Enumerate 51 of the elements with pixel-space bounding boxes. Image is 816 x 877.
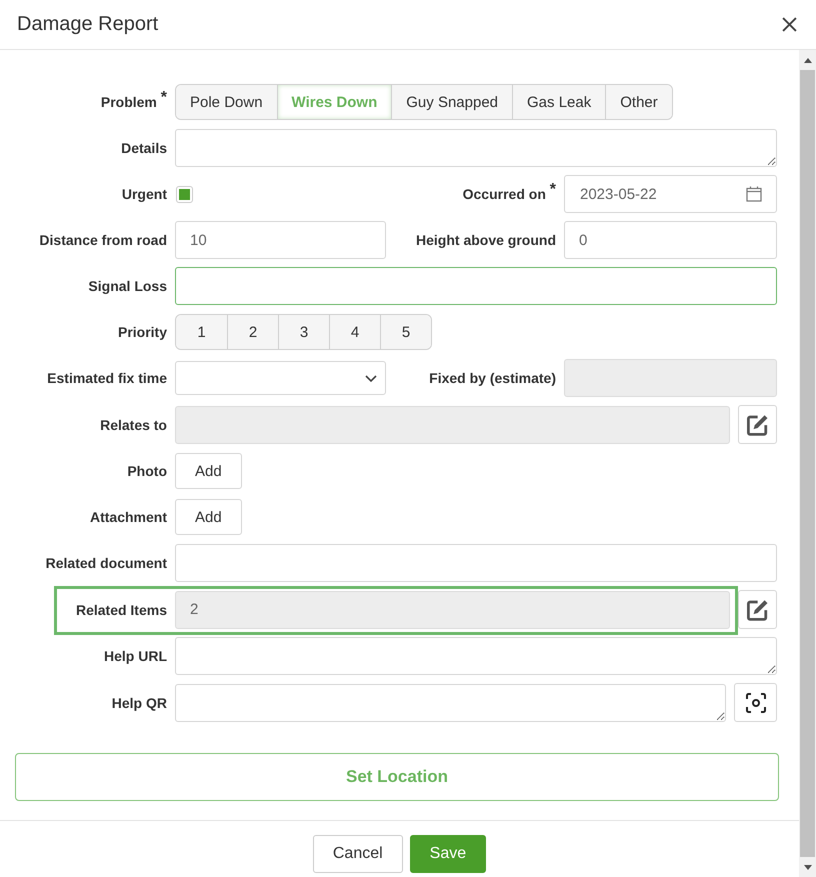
- scrollbar-thumb[interactable]: [800, 70, 815, 857]
- field-label: Fixed by (estimate): [429, 370, 556, 386]
- field-label: Attachment: [90, 509, 167, 525]
- chevron-down-icon: [365, 374, 377, 382]
- edit-icon: [746, 414, 768, 436]
- field-label: Photo: [127, 463, 167, 479]
- edit-icon: [746, 598, 768, 620]
- input-field[interactable]: [175, 267, 777, 305]
- field-label: Help URL: [104, 648, 167, 664]
- field-label: Priority: [118, 324, 167, 340]
- date-field[interactable]: 2023-05-22: [564, 175, 777, 213]
- dropdown[interactable]: [175, 361, 386, 395]
- cancel-button[interactable]: Cancel: [312, 835, 403, 873]
- input-field[interactable]: 10: [175, 221, 386, 259]
- calendar-icon[interactable]: [746, 186, 762, 202]
- option-button[interactable]: Guy Snapped: [391, 85, 512, 119]
- option-button[interactable]: 5: [380, 315, 431, 349]
- text-area[interactable]: [175, 684, 726, 722]
- edit-button[interactable]: [738, 590, 777, 629]
- field-label: Signal Loss: [88, 278, 167, 294]
- scrollbar[interactable]: [799, 50, 816, 877]
- text-area[interactable]: [175, 129, 777, 167]
- checkbox[interactable]: [176, 186, 193, 202]
- down-arrow-icon[interactable]: [804, 864, 812, 870]
- option-button[interactable]: Gas Leak: [512, 85, 606, 119]
- input-field[interactable]: [175, 544, 777, 582]
- add-button[interactable]: Add: [175, 499, 242, 535]
- option-button[interactable]: 3: [278, 315, 329, 349]
- dialog-title: Damage Report: [17, 13, 158, 36]
- option-button[interactable]: 1: [176, 315, 227, 349]
- field-label: Related document: [46, 555, 167, 571]
- scan-button[interactable]: [734, 683, 777, 722]
- text-area[interactable]: [175, 637, 777, 675]
- input-field[interactable]: 0: [564, 221, 777, 259]
- field-label: Estimated fix time: [47, 370, 167, 386]
- field-label: Relates to: [100, 416, 167, 432]
- close-icon[interactable]: [782, 17, 797, 32]
- field-label: Help QR: [112, 694, 167, 710]
- option-button[interactable]: 4: [329, 315, 380, 349]
- field-label: Details: [121, 140, 167, 156]
- edit-button[interactable]: [738, 405, 777, 444]
- option-button[interactable]: Other: [605, 85, 672, 119]
- field-label: Urgent: [122, 186, 167, 202]
- option-button[interactable]: Pole Down: [176, 85, 277, 119]
- field-label: Height above ground: [416, 232, 556, 248]
- scan-icon: [746, 692, 766, 712]
- add-button[interactable]: Add: [175, 453, 242, 489]
- field-label: Related Items: [76, 602, 167, 618]
- option-button[interactable]: 2: [227, 315, 278, 349]
- up-arrow-icon[interactable]: [804, 58, 812, 62]
- field-label: Distance from road: [39, 232, 167, 248]
